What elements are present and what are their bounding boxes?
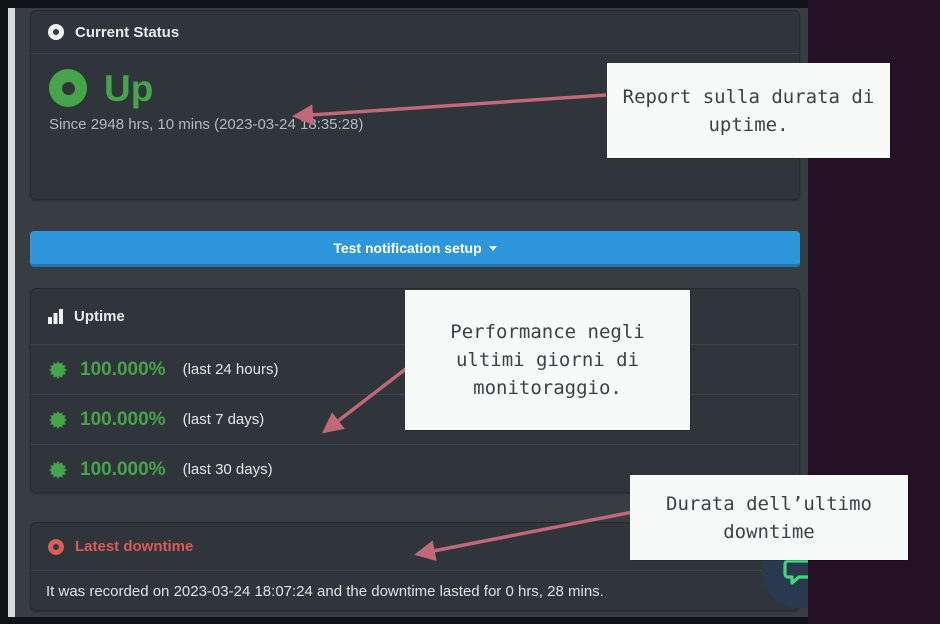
up-record-icon	[49, 69, 87, 107]
annotation-performance: Performance negli ultimi giorni di monit…	[405, 290, 690, 430]
uptime-percent-24h: 100.000%	[80, 359, 166, 381]
uptime-title: Uptime	[74, 308, 125, 325]
bar-chart-icon	[48, 309, 63, 324]
uptime-percent-30d: 100.000%	[80, 459, 166, 481]
annotation-downtime: Durata dell’ultimo downtime	[630, 475, 908, 560]
latest-downtime-text: It was recorded on 2023-03-24 18:07:24 a…	[31, 571, 799, 612]
page-edge-strip	[8, 8, 15, 617]
current-status-title: Current Status	[75, 24, 179, 41]
status-value: Up	[104, 70, 153, 107]
burst-icon	[49, 361, 67, 379]
test-notification-button[interactable]: Test notification setup	[30, 231, 800, 267]
current-status-header: Current Status	[31, 11, 799, 54]
latest-downtime-title: Latest downtime	[75, 538, 193, 555]
uptime-percent-7d: 100.000%	[80, 409, 166, 431]
uptime-period-30d: (last 30 days)	[183, 461, 273, 478]
burst-icon	[49, 411, 67, 429]
uptime-period-7d: (last 7 days)	[183, 411, 265, 428]
status-record-icon	[48, 24, 64, 40]
burst-icon	[49, 461, 67, 479]
annotation-uptime-report: Report sulla durata di uptime.	[607, 63, 890, 158]
uptime-period-24h: (last 24 hours)	[183, 361, 279, 378]
caret-down-icon	[489, 246, 497, 251]
test-notification-label: Test notification setup	[333, 240, 481, 256]
downtime-record-icon	[48, 539, 64, 555]
